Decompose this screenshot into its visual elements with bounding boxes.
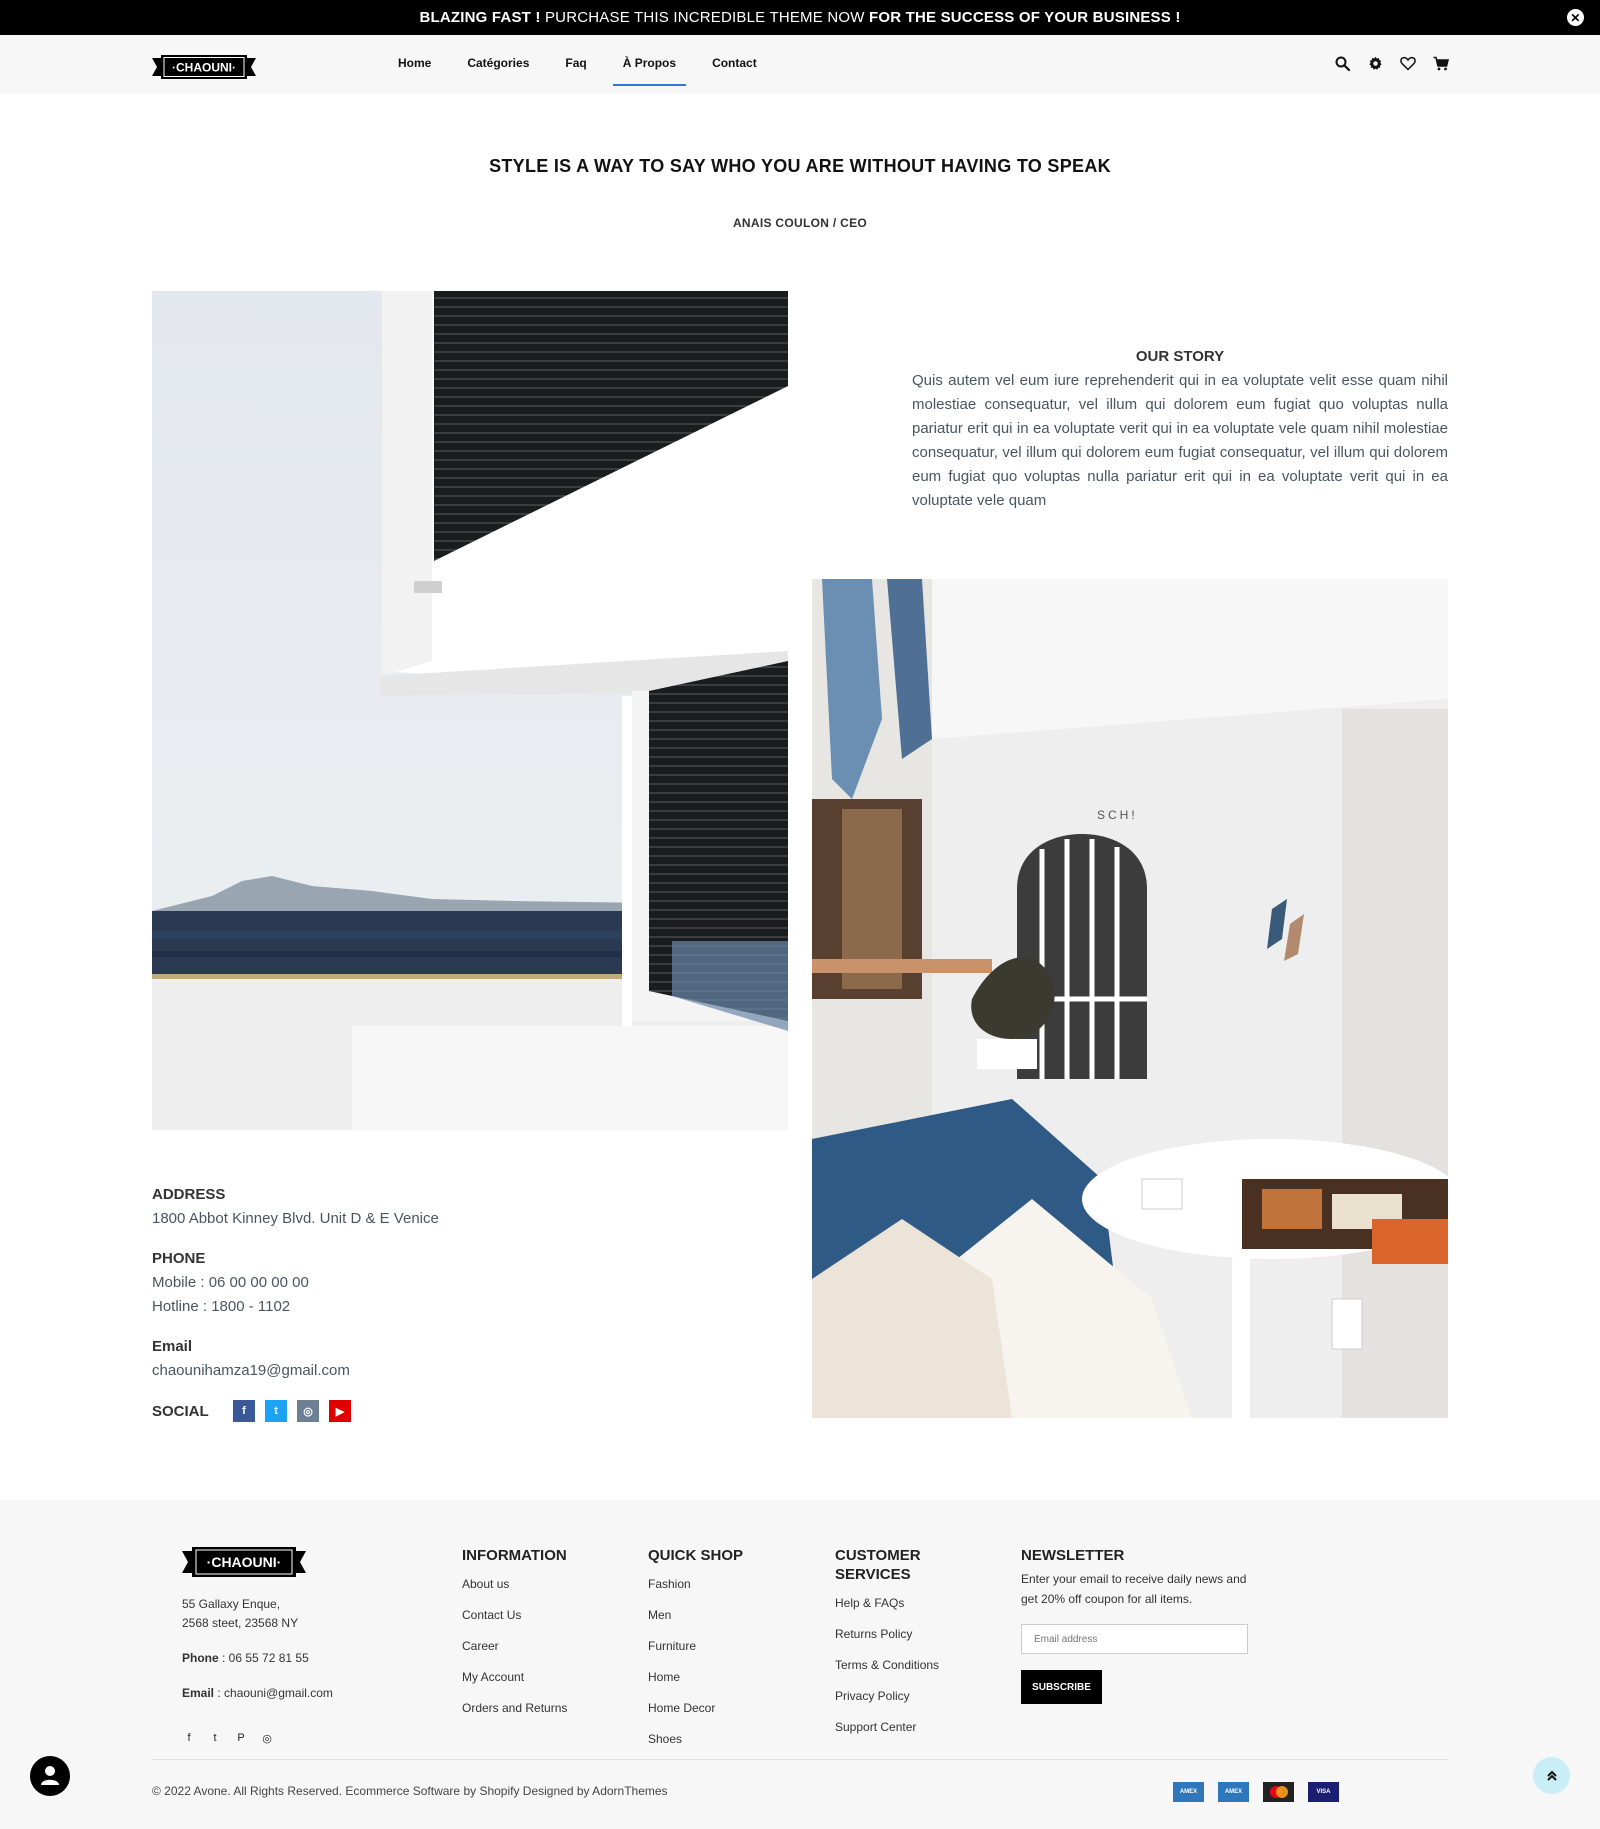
instagram-icon[interactable]: ◎ xyxy=(297,1400,319,1422)
visa-icon: VISA xyxy=(1308,1782,1339,1802)
story-title: OUR STORY xyxy=(1135,348,1225,365)
footer-col-title: INFORMATION xyxy=(462,1547,567,1564)
footer-link[interactable]: Returns Policy xyxy=(835,1619,945,1650)
footer-address-line1: 55 Gallaxy Enque, xyxy=(182,1597,281,1611)
nav-contact[interactable]: Contact xyxy=(694,35,775,94)
footer-logo[interactable]: ·CHAOUNI· xyxy=(182,1547,306,1577)
address-block: ADDRESS 1800 Abbot Kinney Blvd. Unit D &… xyxy=(152,1186,652,1231)
footer-link[interactable]: Home Decor xyxy=(648,1693,743,1724)
footer-link[interactable]: Terms & Conditions xyxy=(835,1650,945,1681)
store-photo: SCH! xyxy=(812,579,1448,1418)
footer-link[interactable]: Men xyxy=(648,1600,743,1631)
phone-label: PHONE xyxy=(152,1250,206,1267)
cart-icon[interactable] xyxy=(1432,54,1450,72)
header-icons xyxy=(1333,54,1450,72)
close-icon[interactable]: ✕ xyxy=(1567,9,1584,26)
footer-divider xyxy=(152,1759,1448,1760)
building-photo xyxy=(152,291,788,1130)
footer-address: 55 Gallaxy Enque, 2568 steet, 23568 NY xyxy=(182,1595,298,1633)
quote-author: ANAIS COULON / CEO xyxy=(732,216,868,230)
amex-icon: AMEX xyxy=(1173,1782,1204,1802)
footer-email: Email : chaouni@gmail.com xyxy=(182,1686,333,1700)
footer-address-line2: 2568 steet, 23568 NY xyxy=(182,1616,299,1630)
footer-phone: Phone : 06 55 72 81 55 xyxy=(182,1651,309,1665)
payment-icons: AMEX AMEX VISA xyxy=(1173,1782,1339,1802)
footer-link[interactable]: Furniture xyxy=(648,1631,743,1662)
announcement-bar: BLAZING FAST ! PURCHASE THIS INCREDIBLE … xyxy=(0,0,1600,35)
footer-link[interactable]: Contact Us xyxy=(462,1600,567,1631)
story-text: Quis autem vel eum iure reprehenderit qu… xyxy=(912,372,1448,509)
mobile-text: Mobile : 06 00 00 00 00 xyxy=(152,1274,309,1291)
footer-link[interactable]: Career xyxy=(462,1631,567,1662)
user-icon xyxy=(41,1766,59,1785)
nav-faq[interactable]: Faq xyxy=(547,35,604,94)
newsletter-title: NEWSLETTER xyxy=(1021,1547,1125,1564)
subscribe-button[interactable]: SUBSCRIBE xyxy=(1021,1670,1102,1704)
facebook-icon[interactable]: f xyxy=(182,1731,196,1745)
back-to-top-button[interactable] xyxy=(1533,1757,1570,1794)
address-text: 1800 Abbot Kinney Blvd. Unit D & E Venic… xyxy=(152,1210,439,1227)
footer-col-title: QUICK SHOP xyxy=(648,1547,744,1564)
email-text: chaounihamza19@gmail.com xyxy=(152,1362,350,1379)
facebook-icon[interactable]: f xyxy=(233,1400,255,1422)
quote-heading: STYLE IS A WAY TO SAY WHO YOU ARE WITHOU… xyxy=(489,156,1111,176)
double-chevron-up-icon xyxy=(1546,1770,1557,1781)
footer-link[interactable]: Home xyxy=(648,1662,743,1693)
social-label: SOCIAL xyxy=(152,1402,209,1420)
footer-col-title: CUSTOMER SERVICES xyxy=(835,1547,921,1583)
twitter-icon[interactable]: t xyxy=(208,1731,222,1745)
footer-link[interactable]: My Account xyxy=(462,1662,567,1693)
nav-categories[interactable]: Catégories xyxy=(449,35,547,94)
footer-link[interactable]: Help & FAQs xyxy=(835,1588,945,1619)
footer-social: f t P ◎ xyxy=(182,1731,274,1745)
site-footer: ·CHAOUNI· 55 Gallaxy Enque, 2568 steet, … xyxy=(0,1500,1600,1829)
footer-col-newsletter: NEWSLETTER Enter your email to receive d… xyxy=(1021,1546,1251,1704)
mastercard-icon xyxy=(1263,1782,1294,1802)
newsletter-text: Enter your email to receive daily news a… xyxy=(1021,1572,1247,1606)
footer-link[interactable]: Privacy Policy xyxy=(835,1681,945,1712)
email-block: Email chaounihamza19@gmail.com xyxy=(152,1338,652,1383)
copyright: © 2022 Avone. All Rights Reserved. Ecomm… xyxy=(152,1784,668,1798)
footer-link[interactable]: Orders and Returns xyxy=(462,1693,567,1724)
social-block: SOCIAL f t ◎ ▶ xyxy=(152,1400,361,1422)
footer-link[interactable]: Support Center xyxy=(835,1712,945,1743)
amex-icon: AMEX xyxy=(1218,1782,1249,1802)
gear-icon[interactable] xyxy=(1366,54,1384,72)
twitter-icon[interactable]: t xyxy=(265,1400,287,1422)
pinterest-icon[interactable]: P xyxy=(234,1731,248,1745)
logo-text: ·CHAOUNI· xyxy=(172,61,236,75)
main-nav: Home Catégories Faq À Propos Contact xyxy=(380,35,775,94)
youtube-icon[interactable]: ▶ xyxy=(329,1400,351,1422)
nav-home[interactable]: Home xyxy=(380,35,449,94)
footer-col-information: INFORMATION About us Contact Us Career M… xyxy=(462,1546,567,1724)
footer-link[interactable]: Fashion xyxy=(648,1569,743,1600)
hotline-text: Hotline : 1800 - 1102 xyxy=(152,1298,291,1315)
email-label: Email xyxy=(152,1338,193,1355)
footer-logo-text: ·CHAOUNI· xyxy=(207,1554,282,1570)
search-icon[interactable] xyxy=(1333,54,1351,72)
logo[interactable]: ·CHAOUNI· xyxy=(152,55,256,79)
footer-link[interactable]: About us xyxy=(462,1569,567,1600)
chat-button[interactable] xyxy=(30,1756,70,1796)
nav-a-propos[interactable]: À Propos xyxy=(605,35,694,94)
address-label: ADDRESS xyxy=(152,1186,226,1203)
footer-col-quick-shop: QUICK SHOP Fashion Men Furniture Home Ho… xyxy=(648,1546,743,1755)
heart-icon[interactable] xyxy=(1399,54,1417,72)
instagram-icon[interactable]: ◎ xyxy=(260,1731,274,1745)
footer-col-customer-services: CUSTOMER SERVICES Help & FAQs Returns Po… xyxy=(835,1546,945,1743)
svg-text:SCH!: SCH! xyxy=(1097,808,1138,822)
announcement-text: BLAZING FAST ! PURCHASE THIS INCREDIBLE … xyxy=(419,9,1181,26)
footer-link[interactable]: Shoes xyxy=(648,1724,743,1755)
phone-block: PHONE Mobile : 06 00 00 00 00 Hotline : … xyxy=(152,1250,652,1319)
site-header: ·CHAOUNI· Home Catégories Faq À Propos C… xyxy=(0,35,1600,94)
newsletter-email-input[interactable] xyxy=(1021,1624,1248,1654)
